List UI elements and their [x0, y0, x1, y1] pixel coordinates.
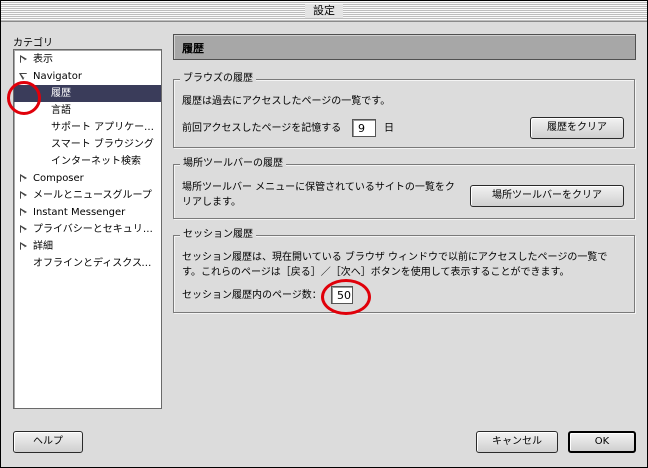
clear-history-button[interactable]: 履歴をクリア: [530, 117, 624, 139]
browser-history-legend: ブラウズの履歴: [180, 72, 256, 86]
session-history-legend: セッション履歴: [180, 228, 256, 242]
location-bar-history-group: 場所ツールバーの履歴 場所ツールバー メニューに保管されているサイトの一覧をク …: [173, 157, 635, 219]
tree-item-helper-applications[interactable]: サポート アプリケーションズ: [14, 119, 161, 136]
tree-item-mail-newsgroups[interactable]: メールとニュースグループ: [14, 187, 161, 204]
tree-item-navigator[interactable]: Navigator: [14, 68, 161, 85]
tree-item-languages[interactable]: 言語: [14, 102, 161, 119]
session-history-description-line2: す。これらのページは［戻る］／［次へ］ボタンを使用して表示することができます。: [182, 267, 570, 278]
tree-item-label: 言語: [51, 105, 71, 116]
clear-location-bar-button[interactable]: 場所ツールバーをクリア: [470, 185, 624, 207]
session-history-group: セッション履歴 セッション履歴は、現在開いている ブラウザ ウィンドウで以前にア…: [173, 228, 635, 313]
tree-item-label: インターネット検索: [51, 156, 141, 167]
session-pages-label: セッション履歴内のページ数：: [182, 290, 322, 301]
tree-item-smart-browsing[interactable]: スマート ブラウジング: [14, 136, 161, 153]
panel-header: 履歴: [173, 34, 636, 60]
tree-item-composer[interactable]: Composer: [14, 170, 161, 187]
history-days-input[interactable]: 9: [352, 119, 376, 137]
tree-item-instant-messenger[interactable]: Instant Messenger: [14, 204, 161, 221]
cancel-button[interactable]: キャンセル: [476, 431, 558, 453]
session-history-description-line1: セッション履歴は、現在開いている ブラウザ ウィンドウで以前にアクセスしたページ…: [182, 252, 608, 263]
browser-history-description: 履歴は過去にアクセスしたページの一覧です。: [182, 96, 391, 107]
tree-item-label: Navigator: [33, 71, 82, 82]
tree-item-history[interactable]: 履歴: [14, 85, 161, 102]
ok-button[interactable]: OK: [568, 431, 636, 453]
location-bar-description-line1: 場所ツールバー メニューに保管されているサイトの一覧をク: [182, 182, 455, 193]
tree-item-label: 履歴: [51, 88, 71, 99]
tree-item-label: スマート ブラウジング: [51, 139, 154, 150]
session-pages-input[interactable]: 50: [331, 286, 353, 304]
category-tree[interactable]: 表示 Navigator 履歴 言語 サポート アプリケーションズ スマート ブ…: [13, 49, 162, 409]
help-button[interactable]: ヘルプ: [13, 431, 83, 453]
panel-title: 履歴: [182, 42, 204, 55]
category-label: カテゴリ: [13, 38, 53, 49]
browser-history-group: ブラウズの履歴 履歴は過去にアクセスしたページの一覧です。 前回アクセスしたペー…: [173, 72, 635, 148]
tree-item-appearance[interactable]: 表示: [14, 51, 161, 68]
location-bar-description-line2: リアします。: [182, 197, 241, 208]
tree-item-label: 表示: [33, 54, 53, 65]
days-unit-label: 日: [384, 123, 394, 134]
tree-item-advanced[interactable]: 詳細: [14, 238, 161, 255]
tree-item-label: メールとニュースグループ: [33, 190, 152, 201]
tree-item-label: Composer: [33, 173, 84, 184]
tree-item-offline-disk-space[interactable]: オフラインとディスクスペース: [14, 255, 161, 272]
preferences-window: 設定 カテゴリ 表示 Navigator 履歴 言語 サポート アプリケーション…: [0, 0, 648, 468]
tree-item-internet-search[interactable]: インターネット検索: [14, 153, 161, 170]
tree-item-label: サポート アプリケーションズ: [51, 122, 155, 133]
tree-item-label: 詳細: [33, 241, 53, 252]
remember-days-label: 前回アクセスしたページを記憶する: [182, 123, 342, 134]
tree-item-label: Instant Messenger: [33, 207, 126, 218]
tree-item-label: プライバシーとセキュリティ: [33, 224, 155, 235]
tree-item-label: オフラインとディスクスペース: [33, 258, 157, 269]
location-bar-history-legend: 場所ツールバーの履歴: [180, 157, 286, 171]
title-bar[interactable]: 設定: [1, 1, 647, 22]
window-title: 設定: [305, 4, 343, 18]
tree-item-privacy-security[interactable]: プライバシーとセキュリティ: [14, 221, 161, 238]
